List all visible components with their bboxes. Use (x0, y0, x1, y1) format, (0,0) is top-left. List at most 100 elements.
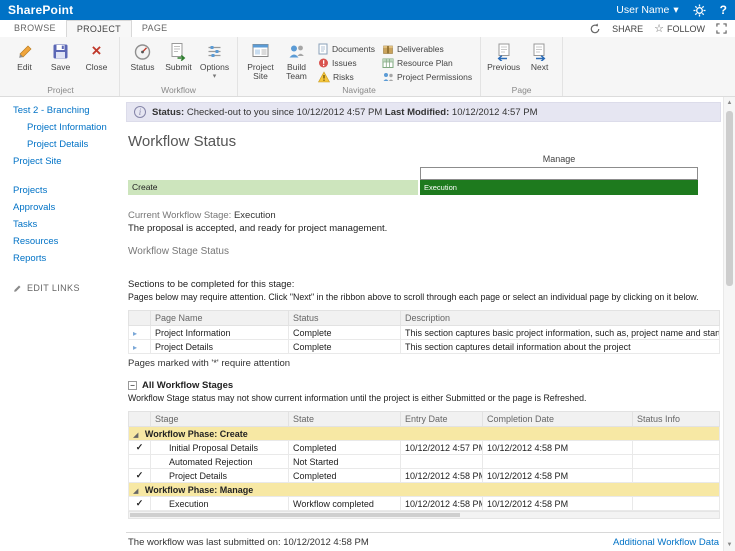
deliverables-box-icon (382, 43, 394, 55)
phase-group-row-create[interactable]: ◢ Workflow Phase: Create (129, 427, 720, 441)
all-workflow-stages-heading: − All Workflow Stages (128, 380, 723, 391)
resource-plan-button-label: Resource Plan (397, 58, 453, 68)
stage-status-info (633, 497, 720, 511)
project-site-button[interactable]: Project Site (243, 39, 278, 84)
share-button[interactable]: SHARE (612, 24, 643, 34)
phase-label-manage: Manage (420, 154, 698, 164)
workflow-stages-table: Stage State Entry Date Completion Date S… (128, 411, 720, 511)
scroll-down-icon[interactable]: ▼ (724, 539, 735, 551)
phase-group-row-manage[interactable]: ◢ Workflow Phase: Manage (129, 483, 720, 497)
sidebar-item-projects[interactable]: Projects (13, 182, 121, 199)
page-link-project-information[interactable]: Project Information (151, 326, 289, 340)
stage-bar-execution[interactable]: Execution (420, 180, 698, 195)
last-submitted-text: The workflow was last submitted on: 10/1… (128, 537, 369, 548)
build-team-button-label: Build Team (280, 63, 313, 82)
risks-button[interactable]: Risks (315, 70, 378, 83)
next-button[interactable]: Next (522, 39, 557, 74)
column-header-description: Description (401, 311, 720, 326)
close-button[interactable]: × Close (79, 39, 114, 74)
scrollbar-thumb[interactable] (130, 513, 460, 517)
table-horizontal-scrollbar[interactable] (128, 511, 720, 519)
sidebar-item-project-information[interactable]: Project Information (13, 119, 121, 136)
row-arrow-icon: ▸ (133, 343, 137, 352)
tab-project[interactable]: PROJECT (66, 20, 132, 37)
scroll-up-icon[interactable]: ▲ (724, 97, 735, 109)
pages-table: Page Name Status Description ▸ Project I… (128, 310, 720, 354)
ribbon-group-label-workflow: Workflow (120, 85, 237, 95)
options-button[interactable]: Options ▾ (197, 39, 232, 81)
stage-status-info (633, 469, 720, 483)
table-row[interactable]: ▸ Project Information Complete This sect… (129, 326, 720, 340)
vertical-scrollbar[interactable]: ▲ ▼ (723, 97, 735, 551)
user-name-label: User Name (616, 4, 669, 16)
resource-plan-button[interactable]: Resource Plan (379, 56, 475, 69)
all-stages-note: Workflow Stage status may not show curre… (128, 393, 723, 403)
info-icon: i (134, 106, 146, 118)
page-link-project-details[interactable]: Project Details (151, 340, 289, 354)
tab-browse[interactable]: BROWSE (4, 20, 66, 37)
status-button[interactable]: Status (125, 39, 160, 74)
current-stage-description: The proposal is accepted, and ready for … (128, 223, 723, 234)
stage-bar-create[interactable]: Create (128, 180, 418, 195)
stage-name: Project Details (151, 469, 289, 483)
project-permissions-button[interactable]: Project Permissions (379, 70, 475, 83)
star-icon: ☆ (654, 22, 664, 35)
next-page-icon (530, 41, 550, 61)
table-row[interactable]: Automated Rejection Not Started (129, 455, 720, 469)
sidebar-item-approvals[interactable]: Approvals (13, 199, 121, 216)
focus-on-content-icon[interactable] (716, 23, 727, 34)
edit-button[interactable]: Edit (7, 39, 42, 74)
status-gauge-icon (133, 41, 153, 61)
sidebar-item-tasks[interactable]: Tasks (13, 216, 121, 233)
sidebar-item-reports[interactable]: Reports (13, 250, 121, 267)
save-button[interactable]: Save (43, 39, 78, 74)
build-team-button[interactable]: Build Team (279, 39, 314, 84)
scrollbar-thumb[interactable] (726, 111, 733, 286)
follow-button[interactable]: ☆ FOLLOW (654, 22, 705, 35)
previous-button[interactable]: Previous (486, 39, 521, 74)
stage-name: Initial Proposal Details (151, 441, 289, 455)
additional-workflow-data-link[interactable]: Additional Workflow Data (613, 537, 719, 548)
table-row[interactable]: ✓ Initial Proposal Details Completed 10/… (129, 441, 720, 455)
pages-footnote: Pages marked with '*' require attention (128, 358, 723, 369)
edit-pencil-icon (15, 41, 35, 61)
submit-button[interactable]: Submit (161, 39, 196, 74)
deliverables-button-label: Deliverables (397, 44, 444, 54)
table-row[interactable]: ✓ Execution Workflow completed 10/12/201… (129, 497, 720, 511)
page-status: Complete (289, 340, 401, 354)
collapse-icon[interactable]: − (128, 381, 137, 390)
edit-links-button[interactable]: EDIT LINKS (13, 283, 121, 293)
submit-button-label: Submit (165, 63, 191, 72)
risks-button-label: Risks (333, 72, 354, 82)
deliverables-button[interactable]: Deliverables (379, 42, 475, 55)
sharepoint-window: SharePoint User Name ▾ ? BROWSE PROJECT … (0, 0, 735, 551)
sidebar-item-project-site[interactable]: Project Site (13, 153, 121, 170)
column-header-page-name: Page Name (151, 311, 289, 326)
documents-button[interactable]: Documents (315, 42, 378, 55)
save-button-label: Save (51, 63, 70, 72)
close-button-label: Close (86, 63, 108, 72)
last-modified-label: Last Modified: (385, 107, 449, 118)
ribbon-group-label-navigate: Navigate (238, 85, 480, 95)
submit-document-icon (169, 41, 189, 61)
sidebar-item-project-name[interactable]: Test 2 - Branching (13, 102, 121, 119)
sharepoint-logo: SharePoint (8, 3, 73, 17)
stage-state: Completed (289, 469, 401, 483)
project-permissions-people-icon (382, 71, 394, 83)
sidebar-item-resources[interactable]: Resources (13, 233, 121, 250)
issues-button[interactable]: Issues (315, 56, 378, 69)
pencil-icon (13, 283, 23, 293)
user-menu[interactable]: User Name ▾ (616, 4, 678, 16)
stage-name: Automated Rejection (151, 455, 289, 469)
sidebar-item-project-details[interactable]: Project Details (13, 136, 121, 153)
table-row[interactable]: ▸ Project Details Complete This section … (129, 340, 720, 354)
table-row[interactable]: ✓ Project Details Completed 10/12/2012 4… (129, 469, 720, 483)
column-header-status-info: Status Info (633, 412, 720, 427)
help-icon[interactable]: ? (720, 3, 727, 17)
gear-icon[interactable] (693, 4, 706, 17)
risks-warning-icon (318, 71, 330, 83)
close-icon: × (87, 41, 107, 61)
save-floppy-icon (51, 41, 71, 61)
sync-icon[interactable] (589, 23, 601, 35)
tab-page[interactable]: PAGE (132, 20, 178, 37)
